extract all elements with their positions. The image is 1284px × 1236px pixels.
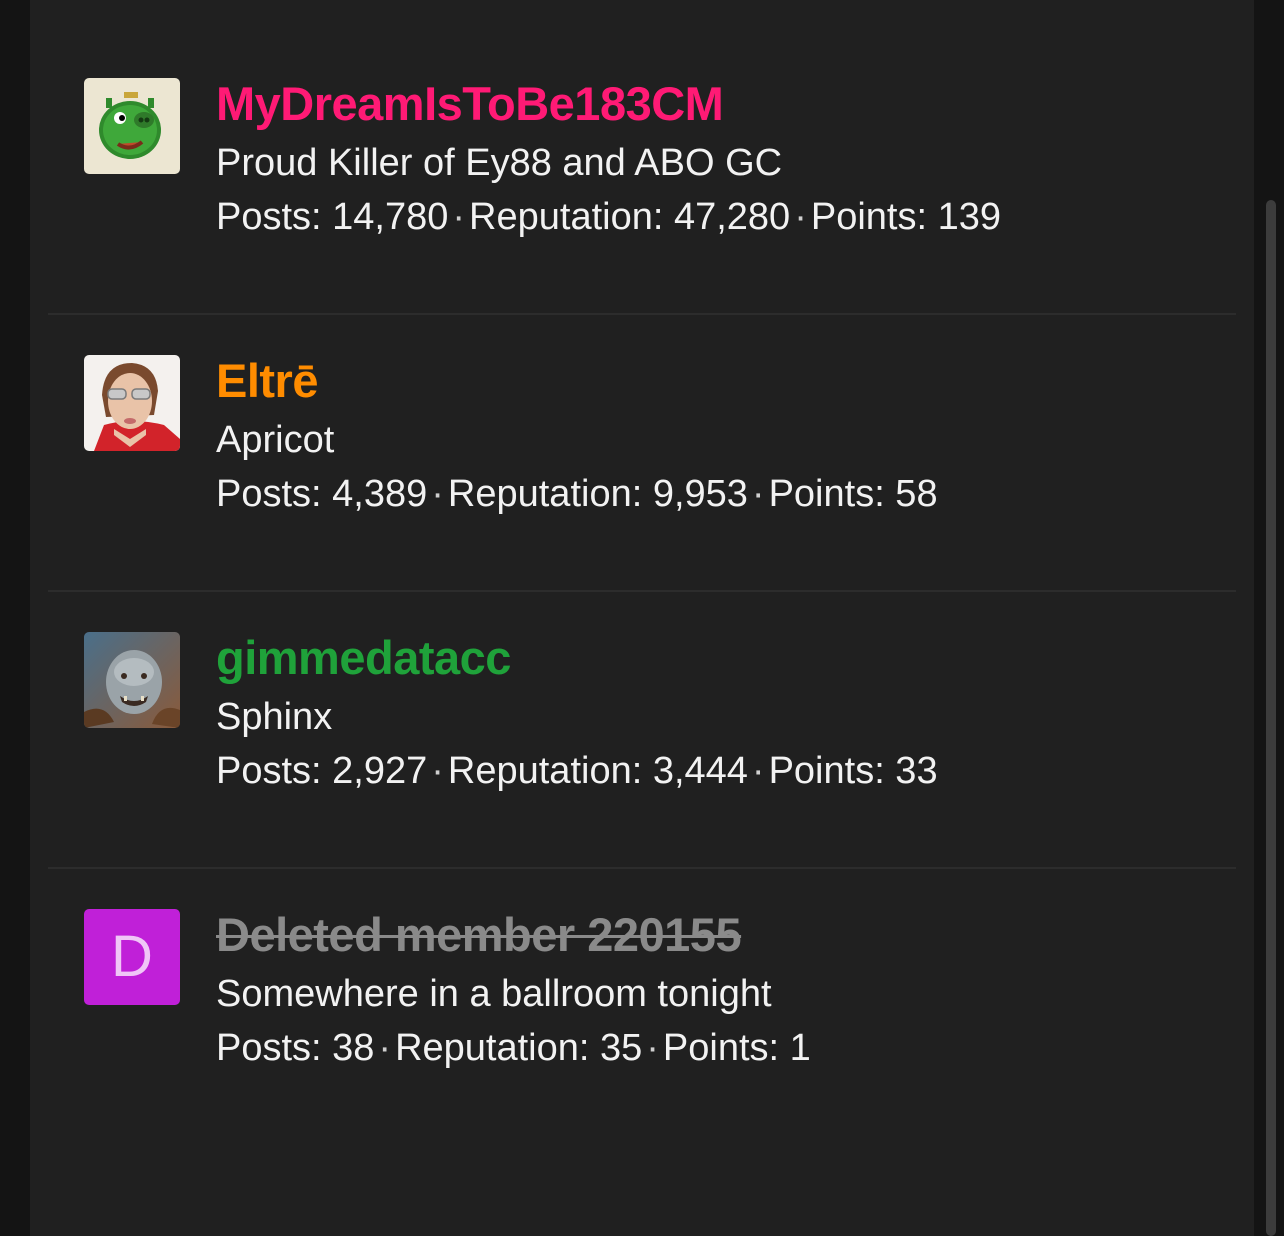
separator-dot: ·	[378, 1027, 392, 1069]
points-count: Points: 33	[768, 750, 938, 792]
separator-dot: ·	[646, 1027, 659, 1069]
posts-count: Posts: 38	[216, 1027, 375, 1069]
user-stats: Posts: 4,389 · Reputation: 9,953 · Points: 5…	[216, 473, 938, 516]
username-link[interactable]: Eltrē	[216, 353, 319, 408]
member-row: D Deleted member 220155 Somewhere in a b…	[48, 869, 1236, 1146]
posts-count: Posts: 2,927	[216, 750, 428, 792]
user-stats: Posts: 14,780 · Reputation: 47,280 · Points:…	[216, 196, 1001, 239]
letter-avatar[interactable]: D	[84, 909, 180, 1005]
separator-dot: ·	[431, 750, 444, 792]
separator-dot: ·	[751, 473, 765, 515]
member-row: MyDreamIsToBe183CM Proud Killer of Ey88 …	[48, 38, 1236, 315]
username-link: Deleted member 220155	[216, 908, 742, 961]
username-link[interactable]: gimmedatacc	[216, 630, 511, 685]
user-title: Apricot	[216, 419, 335, 461]
user-title: Proud Killer of Ey88 and ABO GC	[216, 142, 783, 184]
points-count: Points: 139	[810, 196, 1001, 238]
user-title: Somewhere in a ballroom tonight	[216, 973, 772, 1015]
reputation-count: Reputation: 3,444	[447, 750, 748, 792]
username-link[interactable]: MyDreamIsToBe183CM	[216, 76, 724, 131]
separator-dot: ·	[794, 196, 807, 238]
member-row: gimmedatacc Sphinx Posts: 2,927 · Reputati…	[48, 592, 1236, 869]
user-stats: Posts: 2,927 · Reputation: 3,444 · Points: 3…	[216, 750, 938, 793]
user-title: Sphinx	[216, 696, 333, 738]
reputation-count: Reputation: 47,280	[469, 196, 791, 238]
separator-dot: ·	[751, 750, 765, 792]
member-row: Eltrē Apricot Posts: 4,389 · Reputation: 9…	[48, 315, 1236, 592]
green-pig-avatar-icon[interactable]	[84, 78, 180, 174]
posts-count: Posts: 4,389	[216, 473, 428, 515]
separator-dot: ·	[431, 473, 444, 515]
separator-dot: ·	[452, 196, 466, 238]
orc-avatar-icon[interactable]	[84, 632, 180, 728]
reputation-count: Reputation: 35	[395, 1027, 643, 1069]
reputation-count: Reputation: 9,953	[447, 473, 748, 515]
points-count: Points: 58	[768, 473, 938, 515]
scrollbar-thumb[interactable]	[1266, 200, 1276, 1236]
user-stats: Posts: 38 · Reputation: 35 · Points: 1	[216, 1027, 811, 1070]
posts-count: Posts: 14,780	[216, 196, 449, 238]
points-count: Points: 1	[662, 1027, 811, 1069]
woman-photo-avatar-icon[interactable]	[84, 355, 180, 451]
